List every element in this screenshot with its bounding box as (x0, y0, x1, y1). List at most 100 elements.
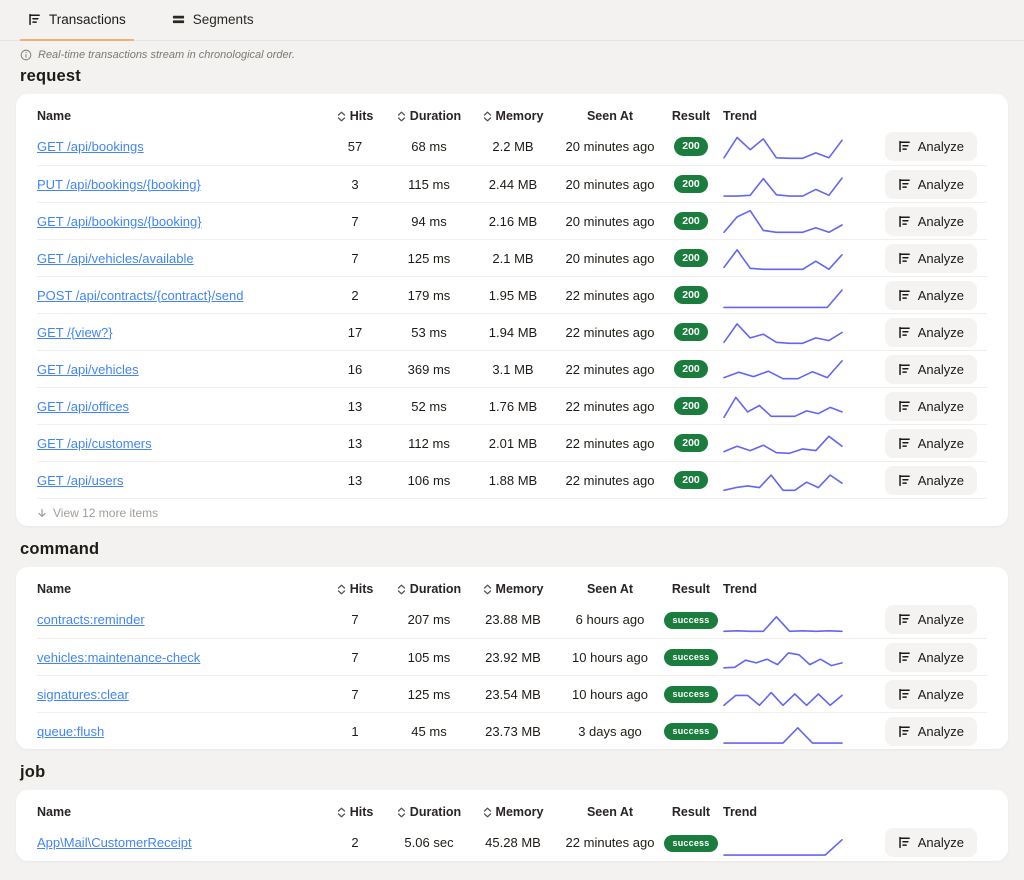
duration-cell: 94 ms (393, 214, 465, 229)
transactions-icon (28, 13, 41, 26)
seen-at-cell: 22 minutes ago (561, 436, 659, 451)
tab-transactions-label: Transactions (49, 12, 126, 27)
column-header-memory[interactable]: Memory (465, 109, 561, 123)
analyze-button[interactable]: Analyze (885, 643, 977, 672)
seen-at-cell: 6 hours ago (561, 612, 659, 627)
analyze-button[interactable]: Analyze (885, 429, 977, 458)
table-row: GET /api/vehicles 16 369 ms 3.1 MB 22 mi… (37, 350, 987, 387)
analyze-label: Analyze (918, 835, 964, 850)
transaction-name-link[interactable]: GET /api/users (37, 473, 123, 488)
memory-cell: 2.16 MB (465, 214, 561, 229)
result-badge: success (664, 649, 719, 666)
analyze-label: Analyze (918, 177, 964, 192)
analyze-button[interactable]: Analyze (885, 244, 977, 273)
duration-cell: 52 ms (393, 399, 465, 414)
seen-at-cell: 10 hours ago (561, 687, 659, 702)
table-body: App\Mail\CustomerReceipt 2 5.06 sec 45.2… (37, 824, 987, 861)
sort-icon (337, 584, 346, 595)
trend-sparkline (723, 642, 843, 672)
column-header-seen-at: Seen At (561, 805, 659, 819)
column-header-hits[interactable]: Hits (317, 109, 393, 123)
memory-cell: 23.88 MB (465, 612, 561, 627)
table-row: PUT /api/bookings/{booking} 3 115 ms 2.4… (37, 165, 987, 202)
memory-cell: 45.28 MB (465, 835, 561, 850)
column-header-seen-at: Seen At (561, 109, 659, 123)
tab-transactions[interactable]: Transactions (20, 0, 134, 41)
tab-segments[interactable]: Segments (164, 0, 262, 41)
analyze-button[interactable]: Analyze (885, 466, 977, 495)
analyze-button[interactable]: Analyze (885, 828, 977, 857)
segments-icon (172, 13, 185, 26)
transaction-name-link[interactable]: PUT /api/bookings/{booking} (37, 177, 201, 192)
column-header-memory[interactable]: Memory (465, 805, 561, 819)
analyze-label: Analyze (918, 251, 964, 266)
column-header-duration[interactable]: Duration (393, 582, 465, 596)
transaction-name-link[interactable]: signatures:clear (37, 687, 129, 702)
transaction-name-link[interactable]: GET /api/customers (37, 436, 152, 451)
analyze-label: Analyze (918, 139, 964, 154)
seen-at-cell: 22 minutes ago (561, 473, 659, 488)
hits-cell: 13 (317, 436, 393, 451)
realtime-notice: Real-time transactions stream in chronol… (20, 49, 1024, 61)
seen-at-cell: 22 minutes ago (561, 325, 659, 340)
seen-at-cell: 10 hours ago (561, 650, 659, 665)
column-header-hits[interactable]: Hits (317, 805, 393, 819)
analyze-label: Analyze (918, 724, 964, 739)
analyze-button[interactable]: Analyze (885, 717, 977, 746)
analyze-icon (898, 289, 911, 302)
column-header-hits[interactable]: Hits (317, 582, 393, 596)
sort-icon (483, 584, 492, 595)
analyze-button[interactable]: Analyze (885, 355, 977, 384)
trend-sparkline (723, 465, 843, 495)
analyze-button[interactable]: Analyze (885, 132, 977, 161)
trend-sparkline (723, 280, 843, 310)
table-header-row: Name Hits Duration Memory Seen At Result… (37, 573, 987, 601)
duration-cell: 125 ms (393, 687, 465, 702)
transaction-name-link[interactable]: queue:flush (37, 724, 104, 739)
seen-at-cell: 22 minutes ago (561, 835, 659, 850)
transaction-name-link[interactable]: contracts:reminder (37, 612, 145, 627)
analyze-label: Analyze (918, 687, 964, 702)
view-more-label: View 12 more items (53, 506, 158, 520)
duration-cell: 207 ms (393, 612, 465, 627)
column-header-duration[interactable]: Duration (393, 805, 465, 819)
sort-icon (483, 111, 492, 122)
transaction-name-link[interactable]: vehicles:maintenance-check (37, 650, 200, 665)
analyze-button[interactable]: Analyze (885, 392, 977, 421)
transaction-name-link[interactable]: GET /api/vehicles (37, 362, 139, 377)
analyze-button[interactable]: Analyze (885, 170, 977, 199)
trend-sparkline (723, 428, 843, 458)
transaction-name-link[interactable]: POST /api/contracts/{contract}/send (37, 288, 243, 303)
transaction-name-link[interactable]: GET /api/offices (37, 399, 129, 414)
analyze-label: Analyze (918, 436, 964, 451)
view-more[interactable]: View 12 more items (37, 498, 987, 526)
transaction-name-link[interactable]: GET /api/vehicles/available (37, 251, 194, 266)
duration-cell: 115 ms (393, 177, 465, 192)
table-row: App\Mail\CustomerReceipt 2 5.06 sec 45.2… (37, 824, 987, 861)
transaction-name-link[interactable]: GET /api/bookings/{booking} (37, 214, 202, 229)
analyze-button[interactable]: Analyze (885, 281, 977, 310)
hits-cell: 7 (317, 687, 393, 702)
hits-cell: 7 (317, 650, 393, 665)
analyze-button[interactable]: Analyze (885, 318, 977, 347)
result-badge: 200 (674, 360, 708, 379)
memory-cell: 1.88 MB (465, 473, 561, 488)
transaction-name-link[interactable]: GET /api/bookings (37, 139, 144, 154)
table-row: GET /api/customers 13 112 ms 2.01 MB 22 … (37, 424, 987, 461)
memory-cell: 2.01 MB (465, 436, 561, 451)
section-card: Name Hits Duration Memory Seen At Result… (16, 790, 1008, 861)
analyze-button[interactable]: Analyze (885, 680, 977, 709)
analyze-button[interactable]: Analyze (885, 605, 977, 634)
analyze-button[interactable]: Analyze (885, 207, 977, 236)
column-header-memory[interactable]: Memory (465, 582, 561, 596)
analyze-icon (898, 140, 911, 153)
column-header-duration[interactable]: Duration (393, 109, 465, 123)
transaction-name-link[interactable]: App\Mail\CustomerReceipt (37, 835, 192, 850)
analyze-label: Analyze (918, 214, 964, 229)
duration-cell: 45 ms (393, 724, 465, 739)
table-header-row: Name Hits Duration Memory Seen At Result… (37, 796, 987, 824)
transaction-name-link[interactable]: GET /{view?} (37, 325, 113, 340)
section-title: job (20, 763, 1024, 782)
sort-icon (483, 807, 492, 818)
column-header-result: Result (659, 805, 723, 819)
